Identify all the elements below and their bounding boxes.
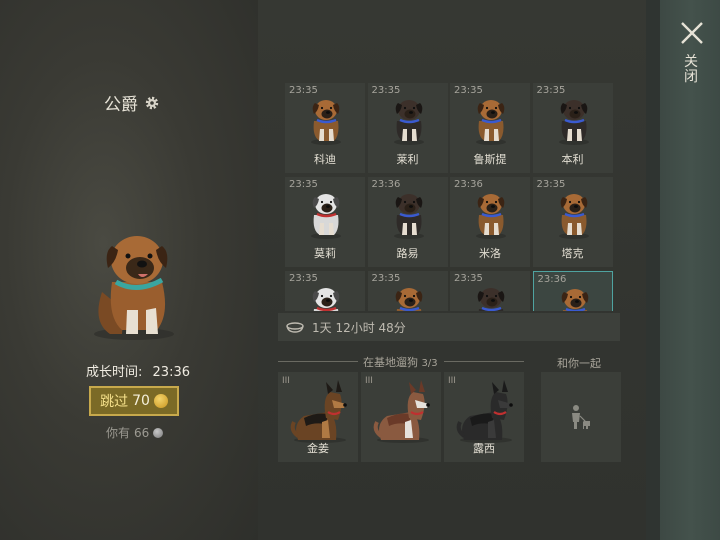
- puppy-cell[interactable]: 23:35 鲁斯提: [450, 83, 530, 173]
- puppy-grid: 23:35 科迪 23:35 莱利 23:35 鲁斯提 23:35 本利 23:35 莫莉 23:3…: [285, 83, 615, 311]
- coin-icon: [153, 394, 168, 408]
- silver-coin-icon: [153, 427, 164, 438]
- companion-slot[interactable]: [541, 372, 621, 462]
- puppy-cell[interactable]: 23:35: [285, 271, 365, 311]
- divider: [278, 361, 358, 362]
- puppy-cell[interactable]: 23:35 莫莉: [285, 177, 365, 267]
- puppy-icon: [395, 288, 422, 311]
- puppy-cell[interactable]: 23:35: [450, 271, 530, 311]
- puppy-portrait: [94, 236, 174, 340]
- gear-icon[interactable]: [144, 95, 160, 111]
- puppy-icon: [312, 288, 340, 311]
- base-title-label: 在基地遛狗: [363, 356, 418, 369]
- puppy-cell[interactable]: 23:35: [367, 271, 448, 311]
- puppy-icon: [393, 194, 424, 239]
- puppy-cell[interactable]: 23:36: [532, 271, 613, 311]
- puppy-cell[interactable]: 23:35 科迪: [285, 83, 365, 173]
- skip-cost: 70: [132, 393, 150, 409]
- currency-owned: 你有 66: [106, 424, 164, 441]
- growth-value: 23:36: [152, 365, 190, 380]
- base-dog-card[interactable]: III: [361, 372, 441, 462]
- puppy-icon: [476, 100, 506, 145]
- puppy-icon: [311, 194, 341, 239]
- puppy-icon: [558, 194, 589, 239]
- puppy-icon: [558, 100, 589, 145]
- divider: [444, 361, 524, 362]
- close-icon[interactable]: [679, 20, 705, 46]
- bowl-icon: [286, 322, 304, 333]
- growth-time: 成长时间: 23:36: [86, 361, 190, 380]
- puppy-name: 塔克: [561, 247, 584, 260]
- puppy-name: 科迪: [314, 153, 336, 166]
- puppy-name: 莱利: [396, 153, 419, 166]
- base-dog-card[interactable]: III 露西: [444, 372, 524, 462]
- base-count: 3/3: [421, 358, 438, 369]
- divider-strip: [646, 0, 660, 540]
- puppy-icon: [477, 288, 505, 311]
- skip-label: 跳过: [100, 394, 129, 410]
- puppy-name: 莫莉: [314, 247, 336, 260]
- puppy-cell[interactable]: 23:36 路易: [367, 177, 448, 267]
- have-label: 你有: [106, 426, 131, 440]
- dog-icon: [373, 380, 430, 443]
- pet-name: 公爵: [104, 95, 138, 115]
- puppy-cell[interactable]: 23:35 本利: [532, 83, 613, 173]
- timer-text: 1天 12小时 48分: [312, 320, 406, 335]
- dog-icon: [456, 380, 513, 443]
- dog-name: 露西: [473, 442, 495, 455]
- puppy-cell[interactable]: 23:35 塔克: [532, 177, 613, 267]
- puppy-name: 鲁斯提: [473, 153, 507, 166]
- puppy-icon: [476, 194, 506, 239]
- puppy-cell[interactable]: 23:36 米洛: [450, 177, 530, 267]
- puppy-name: 本利: [561, 153, 584, 166]
- dog-icon: [290, 380, 347, 443]
- puppy-icon: [311, 100, 341, 145]
- timer-bar: 1天 12小时 48分: [278, 313, 620, 341]
- skip-button[interactable]: 跳过 70: [89, 386, 179, 416]
- dog-name: 金姜: [307, 442, 329, 455]
- base-dog-card[interactable]: III 金姜: [278, 372, 358, 462]
- puppy-icon: [561, 289, 588, 311]
- base-section-title: 在基地遛狗 3/3: [278, 354, 524, 370]
- puppy-name: 米洛: [479, 247, 501, 260]
- close-label[interactable]: 关闭: [684, 55, 698, 85]
- growth-label: 成长时间:: [86, 365, 143, 380]
- have-amount: 66: [134, 425, 150, 440]
- puppy-name: 路易: [396, 247, 419, 260]
- pet-name-row: 公爵: [104, 90, 160, 115]
- puppy-icon: [393, 100, 424, 145]
- base-title: 在基地遛狗 3/3: [363, 354, 438, 370]
- walker-with-dog-icon: [572, 405, 590, 429]
- with-you-label: 和你一起: [557, 357, 601, 370]
- puppy-cell[interactable]: 23:35 莱利: [367, 83, 448, 173]
